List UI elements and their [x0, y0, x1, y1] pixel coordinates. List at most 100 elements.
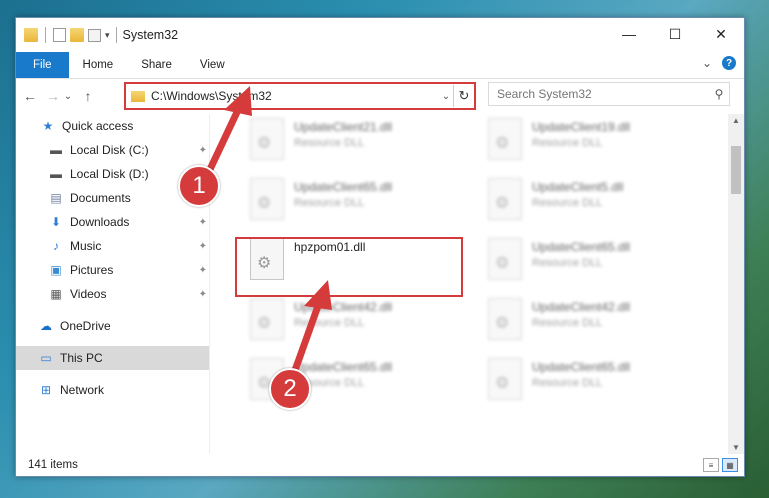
- pin-icon: ✦: [198, 240, 207, 252]
- file-description: Resource DLL: [294, 137, 365, 149]
- folder-icon: [24, 28, 38, 42]
- item-count: 141 items: [28, 459, 78, 471]
- pane-divider[interactable]: [209, 114, 210, 454]
- title-bar: ▾ System32 — ☐ ✕: [16, 18, 744, 52]
- sidebar-item-label: Local Disk (C:): [70, 143, 149, 157]
- sidebar-item-label: Videos: [70, 287, 107, 301]
- file-name: UpdateClient5.dll: [532, 180, 624, 194]
- file-name: UpdateClient65.dll: [294, 360, 393, 374]
- file-description: Resource DLL: [532, 197, 603, 209]
- refresh-button[interactable]: ↻: [453, 85, 474, 107]
- window-title: System32: [122, 28, 179, 42]
- picture-icon: ▣: [50, 263, 62, 277]
- navigation-pane: ★ Quick access ▬ Local Disk (C:) ✦ ▬ Loc…: [16, 114, 209, 454]
- file-name: UpdateClient42.dll: [294, 300, 393, 314]
- properties-icon[interactable]: [53, 28, 66, 42]
- address-path[interactable]: C:\Windows\System32: [151, 89, 439, 103]
- up-button[interactable]: ↑: [79, 88, 97, 104]
- file-item[interactable]: ⚙ UpdateClient65.dll Resource DLL: [476, 234, 696, 290]
- drive-icon: ▬: [50, 167, 62, 181]
- scroll-up-icon[interactable]: ▲: [728, 116, 744, 125]
- title-divider: [115, 27, 117, 43]
- sidebar-item-label: Pictures: [70, 263, 114, 277]
- sidebar-item-local-disk-c[interactable]: ▬ Local Disk (C:) ✦: [16, 138, 209, 162]
- file-name: UpdateClient65.dll: [532, 240, 631, 254]
- close-button[interactable]: ✕: [698, 18, 744, 50]
- pin-icon: ✦: [198, 144, 207, 156]
- file-name: UpdateClient42.dll: [532, 300, 631, 314]
- file-item[interactable]: ⚙ UpdateClient5.dll Resource DLL: [476, 174, 696, 230]
- file-item[interactable]: ⚙ UpdateClient19.dll Resource DLL: [476, 114, 696, 170]
- sidebar-item-label: This PC: [60, 351, 103, 365]
- sidebar-item-label: Music: [70, 239, 102, 253]
- pin-icon: ✦: [198, 264, 207, 276]
- pin-icon: ✦: [198, 216, 207, 228]
- large-icons-view-icon[interactable]: ▦: [722, 458, 738, 472]
- view-toggle: ≡ ▦: [703, 458, 738, 472]
- dll-file-icon: ⚙: [488, 358, 522, 400]
- sidebar-item-videos[interactable]: ▦ Videos ✦: [16, 282, 209, 306]
- help-icon[interactable]: ?: [722, 56, 736, 70]
- tab-file[interactable]: File: [16, 52, 69, 78]
- sidebar-item-pictures[interactable]: ▣ Pictures ✦: [16, 258, 209, 282]
- dll-file-icon: ⚙: [488, 118, 522, 160]
- sidebar-item-label: Documents: [70, 191, 131, 205]
- quick-access-toolbar: ▾: [16, 27, 110, 43]
- file-name: UpdateClient65.dll: [532, 360, 631, 374]
- file-description: Resource DLL: [294, 317, 365, 329]
- dll-file-icon: ⚙: [488, 238, 522, 280]
- sidebar-item-quick-access[interactable]: ★ Quick access: [16, 114, 209, 138]
- navigation-bar: ← → ⌄ ↑ C:\Windows\System32 ⌄ ↻ ⚲: [16, 79, 744, 113]
- forward-button[interactable]: →: [44, 88, 62, 104]
- sidebar-item-label: OneDrive: [60, 319, 111, 333]
- maximize-button[interactable]: ☐: [652, 18, 698, 50]
- network-icon: ⊞: [40, 383, 52, 397]
- back-button[interactable]: ←: [21, 88, 39, 104]
- scroll-down-icon[interactable]: ▼: [728, 443, 744, 452]
- address-bar[interactable]: C:\Windows\System32 ⌄ ↻: [124, 82, 476, 110]
- dll-file-icon: ⚙: [250, 118, 284, 160]
- dll-file-icon: ⚙: [250, 178, 284, 220]
- toolbar-dropdown-icon[interactable]: ▾: [105, 30, 110, 41]
- file-item[interactable]: ⚙ UpdateClient65.dll Resource DLL: [238, 174, 458, 230]
- file-item[interactable]: ⚙ UpdateClient42.dll Resource DLL: [476, 294, 696, 350]
- cloud-icon: ☁: [40, 319, 52, 333]
- minimize-button[interactable]: —: [606, 18, 652, 50]
- file-item[interactable]: ⚙ UpdateClient42.dll Resource DLL: [238, 294, 458, 350]
- new-folder-icon[interactable]: [70, 28, 84, 42]
- search-input[interactable]: [489, 86, 709, 102]
- sidebar-item-onedrive[interactable]: ☁ OneDrive: [16, 314, 209, 338]
- sidebar-item-label: Network: [60, 383, 105, 397]
- download-icon: ⬇: [50, 215, 62, 229]
- vertical-scrollbar[interactable]: ▲ ▼: [728, 114, 744, 454]
- computer-icon: ▭: [40, 351, 52, 365]
- file-description: Resource DLL: [532, 257, 603, 269]
- scroll-thumb[interactable]: [731, 146, 741, 194]
- file-description: Resource DLL: [532, 137, 603, 149]
- file-name: UpdateClient65.dll: [294, 180, 393, 194]
- tab-view[interactable]: View: [186, 52, 239, 78]
- search-icon[interactable]: ⚲: [709, 87, 729, 101]
- sidebar-item-this-pc[interactable]: ▭ This PC: [16, 346, 209, 370]
- sidebar-item-network[interactable]: ⊞ Network: [16, 378, 209, 402]
- search-box[interactable]: ⚲: [488, 82, 730, 106]
- sidebar-item-label: Quick access: [62, 119, 134, 133]
- file-name: UpdateClient21.dll: [294, 120, 393, 134]
- file-item[interactable]: ⚙ UpdateClient21.dll Resource DLL: [238, 114, 458, 170]
- customize-toolbar-icon[interactable]: [88, 28, 101, 42]
- sidebar-item-label: Local Disk (D:): [70, 167, 149, 181]
- sidebar-item-downloads[interactable]: ⬇ Downloads ✦: [16, 210, 209, 234]
- recent-locations-button[interactable]: ⌄: [62, 91, 74, 102]
- pin-icon: ✦: [198, 288, 207, 300]
- tab-share[interactable]: Share: [127, 52, 186, 78]
- tab-home[interactable]: Home: [69, 52, 128, 78]
- file-description: Resource DLL: [532, 377, 603, 389]
- expand-ribbon-icon[interactable]: ⌄: [702, 56, 712, 70]
- address-dropdown-icon[interactable]: ⌄: [439, 91, 453, 102]
- sidebar-item-music[interactable]: ♪ Music ✦: [16, 234, 209, 258]
- file-item[interactable]: ⚙ UpdateClient65.dll Resource DLL: [476, 354, 696, 410]
- details-view-icon[interactable]: ≡: [703, 458, 719, 472]
